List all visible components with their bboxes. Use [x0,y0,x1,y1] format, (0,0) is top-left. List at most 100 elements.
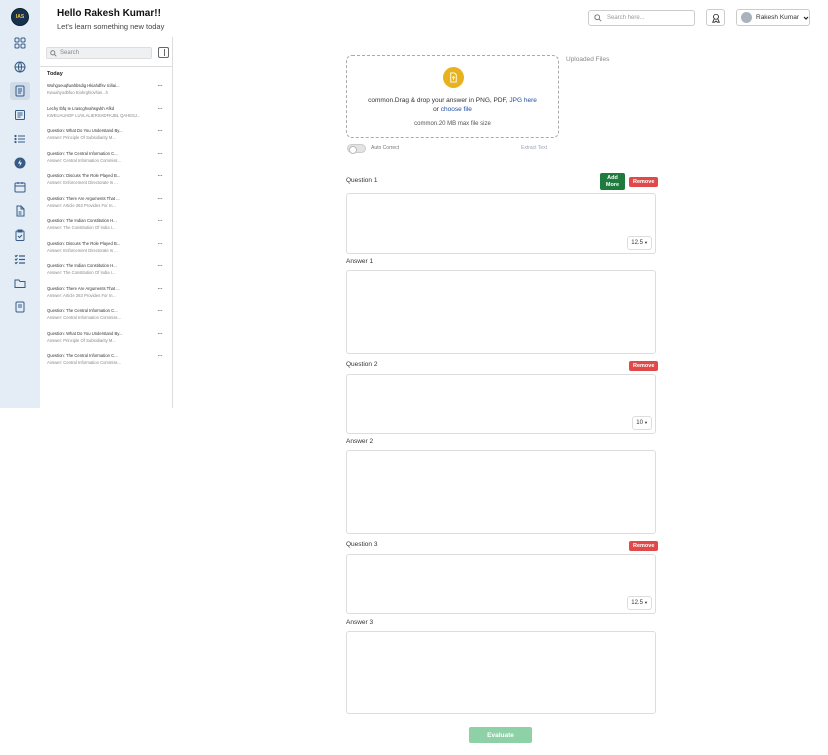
answer-textarea[interactable] [346,631,656,714]
history-question: Wuhgoeuqfwahbsdig Hkiahdfsv Iciliai... [47,83,120,88]
brand-logo[interactable]: IAS [11,8,29,26]
more-options-icon[interactable]: ··· [157,239,163,248]
more-options-icon[interactable]: ··· [157,149,163,158]
more-options-icon[interactable]: ··· [157,351,163,360]
history-item[interactable]: Question: There Are Arguments That ... An… [47,194,171,212]
upload-jpg-link[interactable]: JPG here [509,97,536,104]
history-item[interactable]: Wuhgoeuqfwahbsdig Hkiahdfsv Iciliai... Kw… [47,81,171,99]
collapse-panel-icon[interactable] [158,47,169,58]
history-item[interactable]: Question: What Do You Understand By... An… [47,126,171,144]
choose-file-link[interactable]: choose file [441,106,472,113]
search-icon [50,49,57,57]
history-answer: Answer: The Constitution Of India I... [47,225,116,230]
chevron-down-icon [803,16,809,20]
more-options-icon[interactable]: ··· [157,104,163,113]
auto-correct-toggle[interactable] [347,144,366,154]
extract-text-button[interactable]: Extract Text [521,145,547,151]
font-size-value: 12.5 [631,240,643,246]
question-label: Question 2 [346,361,378,368]
answer-sheet-icon[interactable] [10,82,30,100]
greeting-block: Hello Rakesh Kumar!! Let's learn somethi… [57,8,164,31]
chevron-down-icon: ▼ [642,420,648,425]
answer-textarea[interactable] [346,270,656,354]
file-upload-icon [443,67,464,88]
history-item[interactable]: Question: The Central Information C... An… [47,306,171,324]
font-size-select[interactable]: 12.5 ▼ [627,596,652,610]
evaluate-button[interactable]: Evaluate [469,727,532,743]
history-item[interactable]: Question: There Are Arguments That ... An… [47,284,171,302]
history-answer: Answer: Principle Of Subsidiarity M... [47,135,116,140]
history-answer: Answer: Central Information Commiss... [47,360,122,365]
history-question: Question: The Central Information C... [47,308,118,313]
remove-button[interactable]: Remove [629,177,659,187]
search-placeholder: Search here... [607,15,645,21]
question-textarea[interactable]: 12.5 ▼ [346,554,656,614]
history-answer: Kwuahyodbfuo Eiohrghiovhiei...h [47,90,108,95]
font-size-value: 12.5 [631,600,643,606]
book-icon[interactable] [10,298,30,316]
calendar-icon[interactable] [10,178,30,196]
lightning-icon[interactable] [10,154,30,172]
font-size-select[interactable]: 12.5 ▼ [627,236,652,250]
clipboard-icon[interactable] [10,226,30,244]
font-size-select[interactable]: 10 ▼ [632,416,652,430]
more-options-icon[interactable]: ··· [157,126,163,135]
more-options-icon[interactable]: ··· [157,329,163,338]
folder-icon[interactable] [10,274,30,292]
more-options-icon[interactable]: ··· [157,216,163,225]
more-options-icon[interactable]: ··· [157,306,163,315]
more-options-icon[interactable]: ··· [157,261,163,270]
history-item[interactable]: Question: What Do You Understand By... An… [47,329,171,347]
history-answer: Answer: Central Information Commiss... [47,157,122,163]
upload-dropzone[interactable]: common.Drag & drop your answer in PNG, P… [346,55,559,138]
award-icon [711,13,720,23]
document-icon[interactable] [10,202,30,220]
globe-icon[interactable] [10,58,30,76]
list-icon[interactable] [10,130,30,148]
newspaper-icon[interactable] [10,106,30,124]
answer-label: Answer 3 [346,619,374,626]
remove-button[interactable]: Remove [629,541,659,551]
question-label: Question 3 [346,541,378,548]
history-item[interactable]: Question: Discuss The Role Played B... An… [47,171,171,189]
page-subtitle: Let's learn something new today [57,22,165,31]
history-item[interactable]: Question: The Indian Constitution H... An… [47,261,171,279]
more-options-icon[interactable]: ··· [157,194,163,203]
search-icon [594,14,602,22]
history-answer: Answer: Enforcement Directorate Is ... [47,247,118,253]
add-more-button[interactable]: Add More [600,173,625,190]
more-options-icon[interactable]: ··· [157,81,163,90]
checklist-icon[interactable] [10,250,30,268]
history-question: Question: The Central Information C... [47,353,118,358]
history-item[interactable]: Question: The Central Information C... An… [47,351,171,369]
question-textarea[interactable]: 10 ▼ [346,374,656,434]
history-question: Question: What Do You Understand By... [47,128,123,133]
history-question: Question: Discuss The Role Played B... [47,173,121,178]
avatar [741,12,752,23]
search-input[interactable]: Search here... [588,10,695,26]
upload-instructions: common.Drag & drop your answer in PNG, P… [347,96,558,114]
history-search-input[interactable]: Search [46,47,152,59]
more-options-icon[interactable]: ··· [157,171,163,180]
history-question: Question: There Are Arguments That ... [47,195,120,201]
history-answer: Answer: Enforcement Directorate Is ... [47,180,118,185]
history-item[interactable]: Question: The Indian Constitution H... An… [47,216,171,234]
uploaded-files-label: Uploaded Files [566,56,610,63]
more-options-icon[interactable]: ··· [157,284,163,293]
history-item[interactable]: Lechy Ibfq Ie Lrascghvahsgvkh Afkd KWEUAU… [47,104,171,122]
question-textarea[interactable]: 12.5 ▼ [346,193,656,254]
dashboard-icon[interactable] [10,34,30,52]
history-panel: Search Today Wuhgoeuqfwahbsdig Hkiahdfsv… [40,37,173,408]
history-item[interactable]: Question: Discuss The Role Played B... An… [47,239,171,257]
page-title: Hello Rakesh Kumar!! [57,8,161,19]
upload-limit: common.20 MB max file size [414,121,491,127]
divider [40,66,172,67]
user-menu[interactable]: Rakesh Kumar [736,9,810,26]
answer-textarea[interactable] [346,450,656,534]
remove-button[interactable]: Remove [629,361,659,371]
award-button[interactable] [706,9,725,26]
history-item[interactable]: Question: The Central Information C... An… [47,149,171,167]
history-question: Question: Discuss The Role Played B... [47,240,121,246]
history-question: Question: There Are Arguments That ... [47,285,120,291]
history-answer: Answer: Article 263 Provides For In... [47,292,116,298]
